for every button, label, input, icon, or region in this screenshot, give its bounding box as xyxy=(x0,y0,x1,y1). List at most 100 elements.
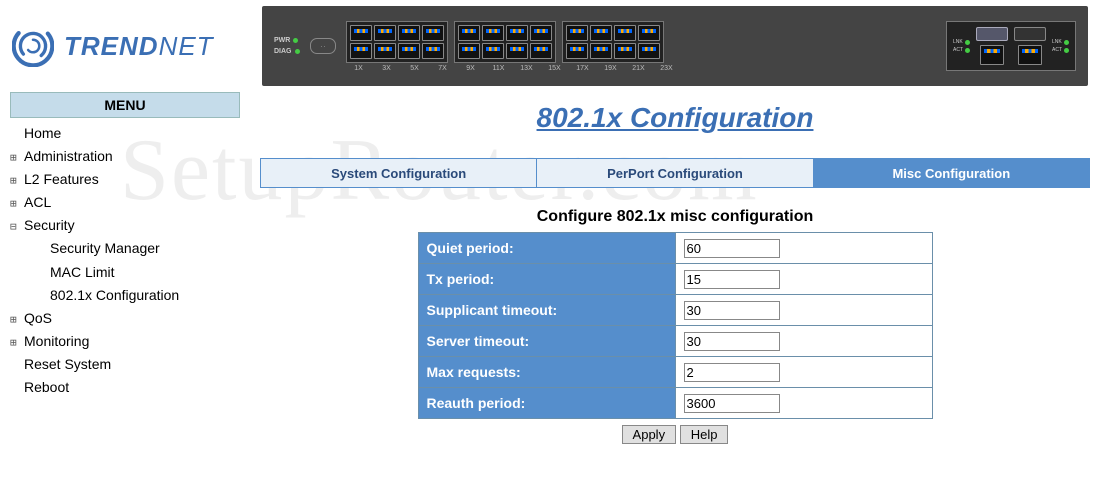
config-tabs: System ConfigurationPerPort Configuratio… xyxy=(260,158,1090,188)
form-label: Reauth period: xyxy=(418,388,675,419)
brand-logo: TRENDNET xyxy=(12,25,262,67)
nav-item[interactable]: QoS xyxy=(10,307,240,330)
nav-item[interactable]: Reboot xyxy=(10,376,240,399)
gbic-led-icon xyxy=(965,48,970,53)
rj45-port-icon xyxy=(638,25,660,41)
tab-misc-configuration[interactable]: Misc Configuration xyxy=(814,159,1089,187)
form-row: Supplicant timeout: xyxy=(418,295,932,326)
rj45-port-icon xyxy=(374,25,396,41)
section-title: Configure 802.1x misc configuration xyxy=(260,208,1090,226)
gbic-slot-icon xyxy=(1014,27,1046,41)
form-input[interactable] xyxy=(684,270,780,289)
port-number-label: 23X xyxy=(656,65,678,72)
apply-button[interactable]: Apply xyxy=(622,425,677,444)
rj45-port-icon xyxy=(422,43,444,59)
gbic-led-icon xyxy=(1064,48,1069,53)
form-label: Max requests: xyxy=(418,357,675,388)
rj45-port-icon xyxy=(506,25,528,41)
form-value-cell xyxy=(675,388,932,419)
ethernet-port-group xyxy=(346,21,448,63)
ethernet-port-labels: 1X3X5X7X9X11X13X15X17X19X21X23X xyxy=(346,65,937,72)
form-label: Quiet period: xyxy=(418,233,675,264)
form-row: Reauth period: xyxy=(418,388,932,419)
brand-name: TRENDNET xyxy=(64,31,214,62)
form-label: Supplicant timeout: xyxy=(418,295,675,326)
page-title: 802.1x Configuration xyxy=(260,102,1090,134)
form-row: Quiet period: xyxy=(418,233,932,264)
rj45-port-icon xyxy=(1018,45,1042,65)
diag-label: DIAG xyxy=(274,48,292,55)
form-row: Tx period: xyxy=(418,264,932,295)
form-input[interactable] xyxy=(684,301,780,320)
form-value-cell xyxy=(675,326,932,357)
nav-item[interactable]: ACL xyxy=(10,191,240,214)
port-number-label: 5X xyxy=(404,65,426,72)
diag-led-icon xyxy=(295,49,300,54)
pwr-label: PWR xyxy=(274,37,290,44)
content-area: 802.1x Configuration System Configuratio… xyxy=(250,92,1100,444)
brand-name-main: TREND xyxy=(64,31,159,61)
rj45-port-icon xyxy=(374,43,396,59)
nav-item[interactable]: Administration xyxy=(10,145,240,168)
nav-item[interactable]: Security xyxy=(10,214,240,237)
tab-system-configuration[interactable]: System Configuration xyxy=(261,159,537,187)
gbic-led-icon xyxy=(965,40,970,45)
nav-tree: HomeAdministrationL2 FeaturesACLSecurity… xyxy=(0,122,250,399)
gbic-module: LNK ACT LNK ACT xyxy=(946,21,1076,71)
logo-swirl-icon xyxy=(12,25,54,67)
gbic-uplink-left xyxy=(976,27,1008,65)
rj45-port-icon xyxy=(590,43,612,59)
ethernet-port-group xyxy=(562,21,664,63)
rj45-port-icon xyxy=(506,43,528,59)
rj45-port-icon xyxy=(398,43,420,59)
nav-item[interactable]: Home xyxy=(10,122,240,145)
tab-perport-configuration[interactable]: PerPort Configuration xyxy=(537,159,813,187)
port-number-label: 17X xyxy=(572,65,594,72)
rj45-port-icon xyxy=(482,43,504,59)
switch-front-panel: PWR DIAG 1X3X5X7X9X11X13X15X17X19X21X23X… xyxy=(262,6,1088,86)
rj45-port-icon xyxy=(530,43,552,59)
port-number-label: 15X xyxy=(544,65,566,72)
nav-item[interactable]: 802.1x Configuration xyxy=(10,284,240,307)
nav-item[interactable]: Monitoring xyxy=(10,330,240,353)
help-button[interactable]: Help xyxy=(680,425,729,444)
nav-item[interactable]: Security Manager xyxy=(10,237,240,260)
gbic-led-icon xyxy=(1064,40,1069,45)
port-number-label: 13X xyxy=(516,65,538,72)
form-input[interactable] xyxy=(684,394,780,413)
sidebar: MENU HomeAdministrationL2 FeaturesACLSec… xyxy=(0,92,250,444)
rj45-port-icon xyxy=(530,25,552,41)
rj45-port-icon xyxy=(566,25,588,41)
port-number-label: 1X xyxy=(348,65,370,72)
rj45-port-icon xyxy=(614,43,636,59)
gbic-led-left: LNK ACT xyxy=(953,39,970,53)
port-number-label: 19X xyxy=(600,65,622,72)
status-leds: PWR DIAG xyxy=(274,37,300,55)
pwr-led-icon xyxy=(293,38,298,43)
ethernet-port-groups xyxy=(346,21,937,63)
nav-item[interactable]: MAC Limit xyxy=(10,261,240,284)
nav-item[interactable]: Reset System xyxy=(10,353,240,376)
rj45-port-icon xyxy=(458,25,480,41)
rj45-port-icon xyxy=(590,25,612,41)
rj45-port-icon xyxy=(980,45,1004,65)
gbic-uplink-right xyxy=(1014,27,1046,65)
rj45-port-icon xyxy=(350,43,372,59)
misc-config-form: Quiet period:Tx period:Supplicant timeou… xyxy=(418,232,933,419)
rj45-port-icon xyxy=(458,43,480,59)
form-row: Max requests: xyxy=(418,357,932,388)
lnk-label: LNK xyxy=(953,39,963,45)
form-input[interactable] xyxy=(684,332,780,351)
form-input[interactable] xyxy=(684,363,780,382)
rj45-port-icon xyxy=(398,25,420,41)
port-number-label: 9X xyxy=(460,65,482,72)
rj45-port-icon xyxy=(482,25,504,41)
serial-port-icon xyxy=(310,38,336,54)
nav-item[interactable]: L2 Features xyxy=(10,168,240,191)
rj45-port-icon xyxy=(566,43,588,59)
form-input[interactable] xyxy=(684,239,780,258)
form-row: Server timeout: xyxy=(418,326,932,357)
form-value-cell xyxy=(675,357,932,388)
ethernet-port-group xyxy=(454,21,556,63)
form-value-cell xyxy=(675,264,932,295)
